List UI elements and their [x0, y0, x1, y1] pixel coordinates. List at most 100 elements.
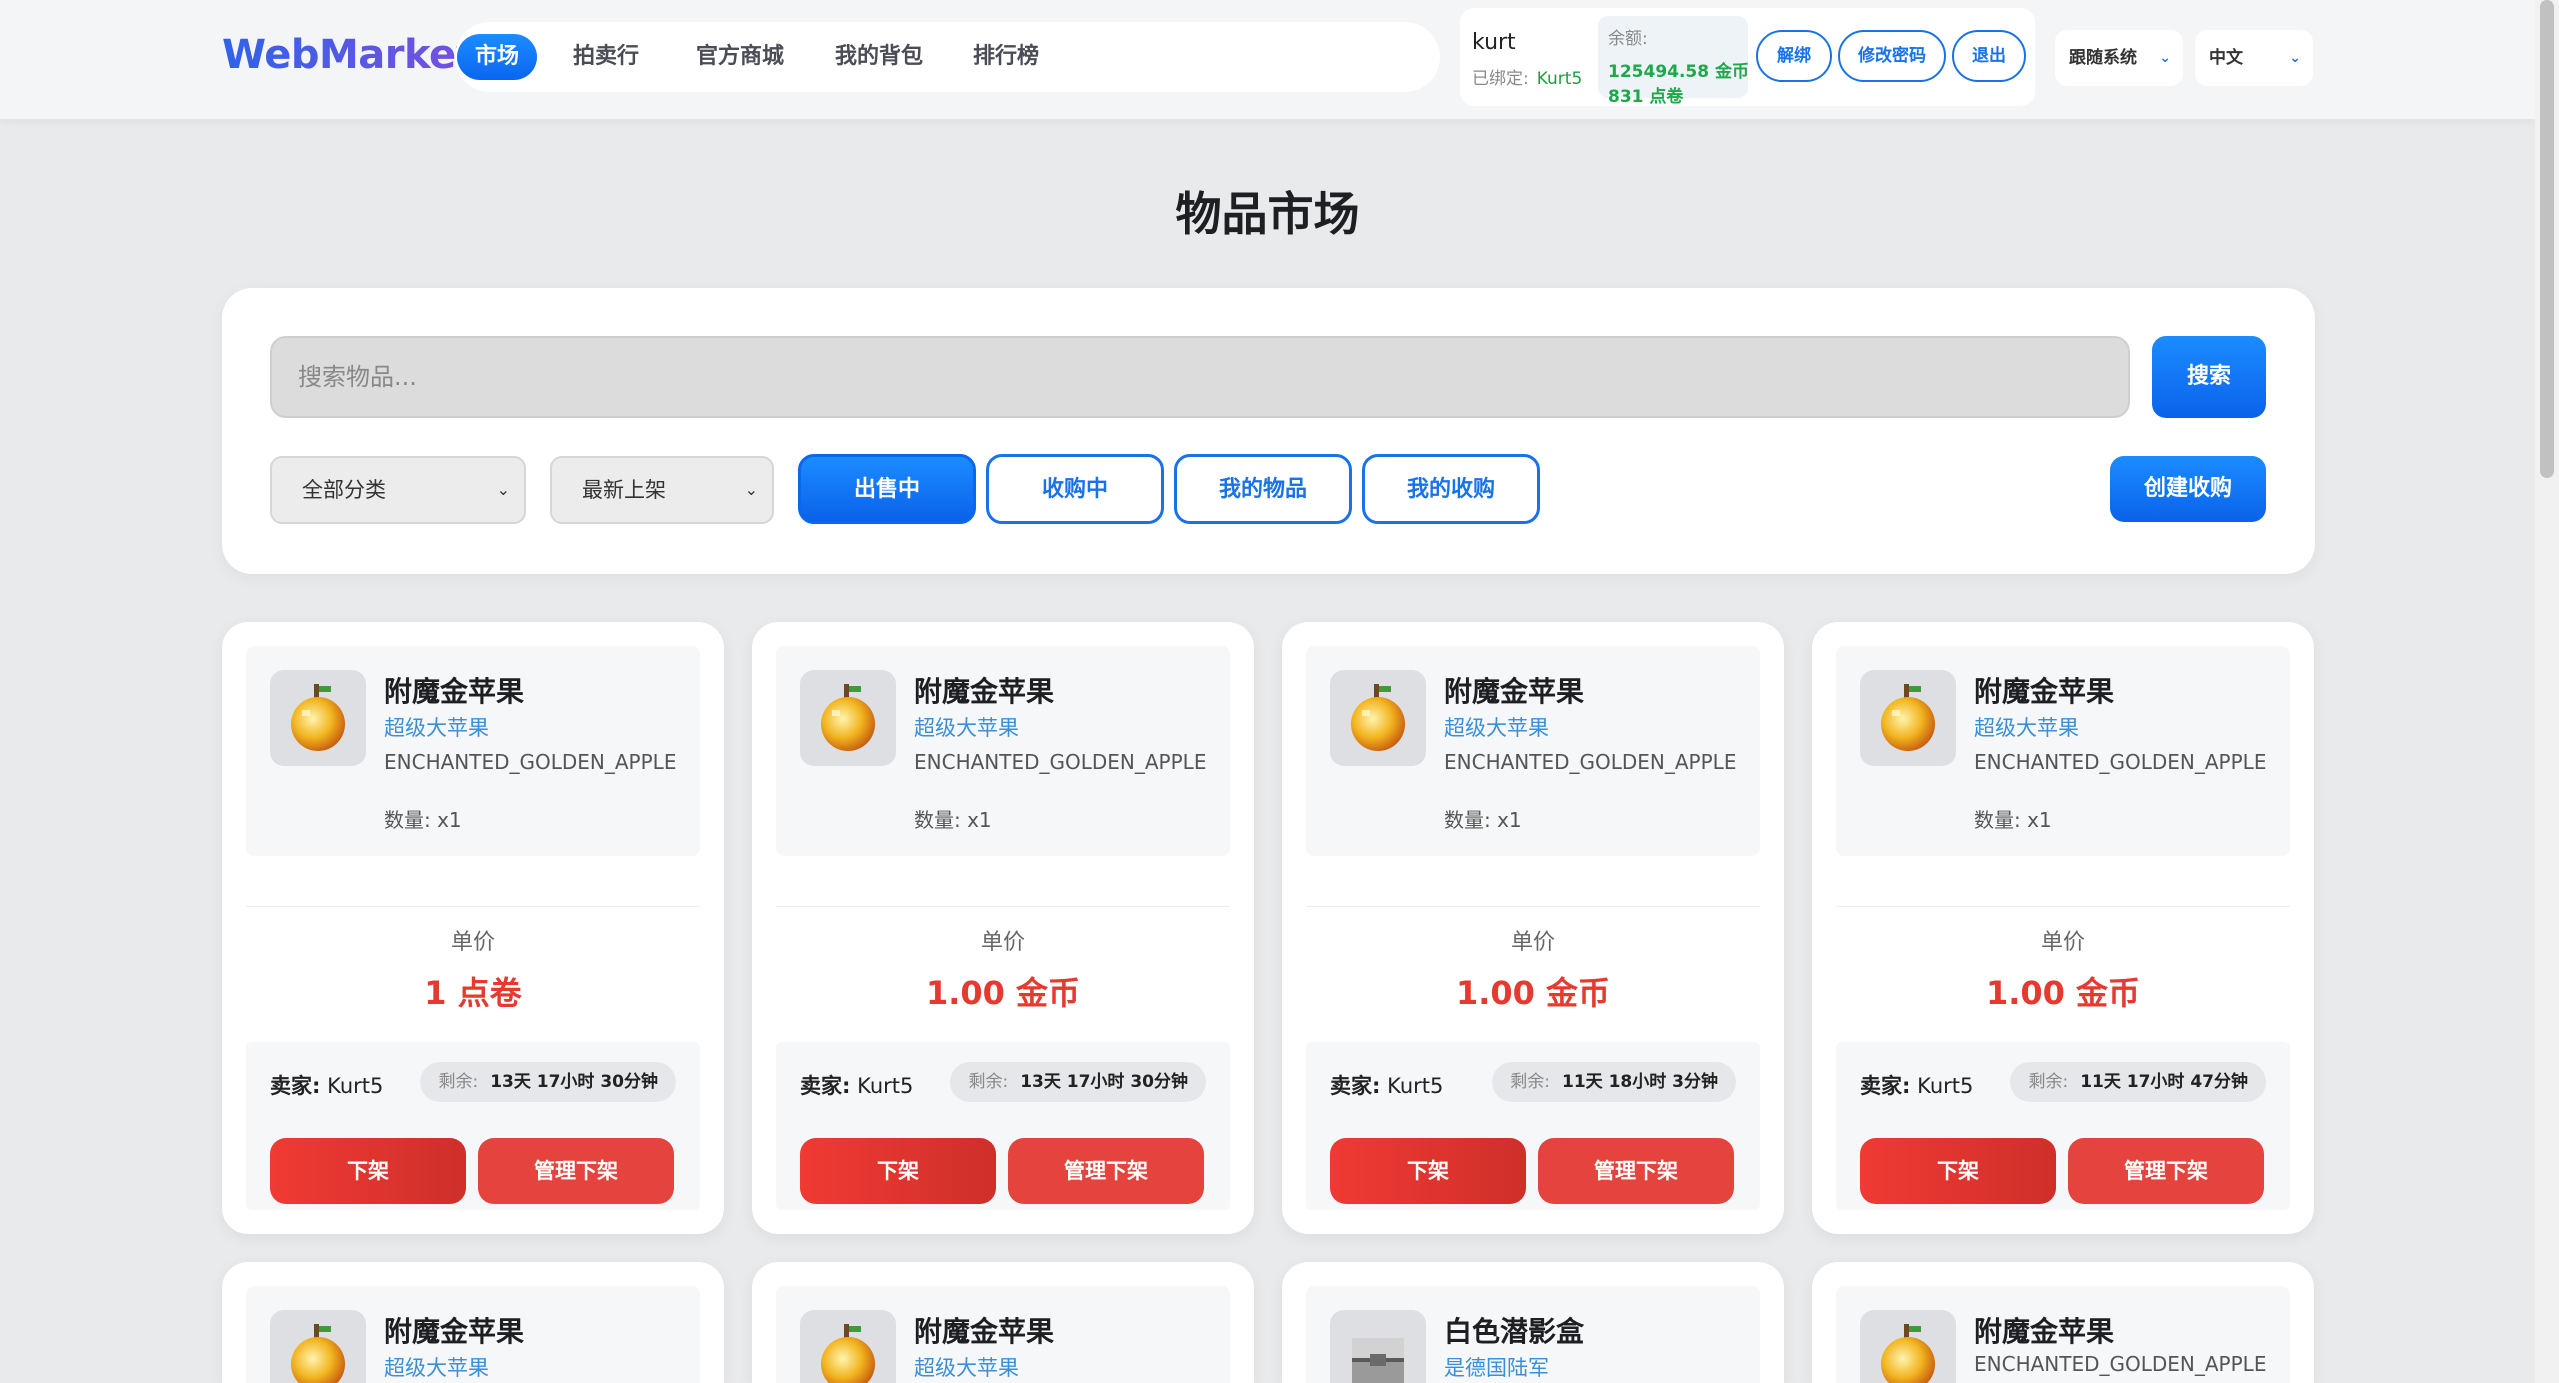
manage-unlist-button[interactable]: 管理下架: [2068, 1138, 2264, 1204]
price-label: 单价: [1510, 930, 1555, 955]
item-name: 白色潜影盒: [1444, 1315, 1585, 1348]
nav-leaderboard[interactable]: 排行榜: [955, 34, 1057, 80]
seller: 卖家: Kurt5: [1330, 1074, 1444, 1098]
nav-official-store[interactable]: 官方商城: [678, 34, 802, 80]
unlist-button[interactable]: 下架: [800, 1138, 996, 1204]
item-info: 附魔金苹果 超级大苹果 ENCHANTED_GOLDEN_APPLE 数量: x…: [1306, 646, 1760, 856]
item-quantity: 数量: x1: [1974, 808, 2052, 832]
item-info: 附魔金苹果 超级大苹果: [776, 1286, 1230, 1383]
item-id: ENCHANTED_GOLDEN_APPLE: [914, 750, 1207, 774]
listing-card[interactable]: 附魔金苹果 超级大苹果 ENCHANTED_GOLDEN_APPLE 数量: x…: [222, 622, 724, 1234]
listing-card[interactable]: 白色潜影盒 是德国陆军: [1282, 1262, 1784, 1383]
main-nav: 市场 拍卖行 官方商城 我的背包 排行榜: [455, 22, 1440, 92]
golden-apple-icon: [1860, 1310, 1956, 1383]
golden-apple-icon: [1330, 670, 1426, 766]
item-subtitle: 超级大苹果: [914, 1356, 1019, 1380]
price-label: 单价: [450, 930, 495, 955]
chevron-down-icon: ⌄: [496, 480, 510, 499]
divider: [246, 906, 700, 907]
create-request-button[interactable]: 创建收购: [2110, 456, 2266, 522]
price-label: 单价: [980, 930, 1025, 955]
golden-apple-icon: [1860, 670, 1956, 766]
listing-card[interactable]: 附魔金苹果 超级大苹果: [752, 1262, 1254, 1383]
nav-market[interactable]: 市场: [457, 34, 538, 80]
item-subtitle: 超级大苹果: [384, 716, 489, 740]
theme-select[interactable]: 跟随系统 ⌄: [2055, 30, 2183, 86]
manage-unlist-button[interactable]: 管理下架: [478, 1138, 674, 1204]
sort-select[interactable]: 最新上架 ⌄: [550, 456, 774, 524]
nav-auction[interactable]: 拍卖行: [555, 34, 657, 80]
card-footer: 卖家: Kurt5 剩余: 13天 17小时 30分钟 下架 管理下架: [246, 1042, 700, 1210]
item-id: ENCHANTED_GOLDEN_APPLE: [1444, 750, 1737, 774]
change-password-button[interactable]: 修改密码: [1838, 30, 1946, 82]
nav-backpack[interactable]: 我的背包: [817, 34, 941, 80]
filter-my-requests[interactable]: 我的收购: [1362, 454, 1540, 524]
item-info: 附魔金苹果 超级大苹果: [246, 1286, 700, 1383]
search-panel: 搜索 全部分类 ⌄ 最新上架 ⌄ 出售中 收购中 我的物品 我的收购 创建收购: [222, 288, 2315, 574]
card-footer: 卖家: Kurt5 剩余: 11天 17小时 47分钟 下架 管理下架: [1836, 1042, 2290, 1210]
item-name: 附魔金苹果: [1974, 1315, 2115, 1348]
item-subtitle: 超级大苹果: [1444, 716, 1549, 740]
unlist-button[interactable]: 下架: [270, 1138, 466, 1204]
username: kurt: [1472, 30, 1516, 55]
price-label: 单价: [2040, 930, 2085, 955]
card-footer: 卖家: Kurt5 剩余: 11天 18小时 3分钟 下架 管理下架: [1306, 1042, 1760, 1210]
unlist-button[interactable]: 下架: [1860, 1138, 2056, 1204]
golden-apple-icon: [270, 670, 366, 766]
item-name: 附魔金苹果: [914, 1315, 1055, 1348]
balance-label: 余额:: [1608, 29, 1648, 49]
listing-card[interactable]: 附魔金苹果 超级大苹果: [222, 1262, 724, 1383]
item-quantity: 数量: x1: [914, 808, 992, 832]
manage-unlist-button[interactable]: 管理下架: [1008, 1138, 1204, 1204]
listing-card[interactable]: 附魔金苹果 ENCHANTED_GOLDEN_APPLE: [1812, 1262, 2314, 1383]
divider: [776, 906, 1230, 907]
search-input[interactable]: [270, 336, 2130, 418]
filter-my-items[interactable]: 我的物品: [1174, 454, 1352, 524]
item-name: 附魔金苹果: [384, 675, 525, 708]
seller: 卖家: Kurt5: [800, 1074, 914, 1098]
item-subtitle: 超级大苹果: [384, 1356, 489, 1380]
time-remaining: 剩余: 11天 18小时 3分钟: [1492, 1062, 1736, 1102]
item-name: 附魔金苹果: [914, 675, 1055, 708]
filter-selling[interactable]: 出售中: [798, 454, 976, 524]
time-remaining: 剩余: 13天 17小时 30分钟: [420, 1062, 676, 1102]
balance-box: 余额: 125494.58 金币 831 点卷: [1598, 16, 1749, 107]
golden-apple-icon: [800, 1310, 896, 1383]
seller: 卖家: Kurt5: [270, 1074, 384, 1098]
filter-buying[interactable]: 收购中: [986, 454, 1164, 524]
chevron-down-icon: ⌄: [744, 480, 758, 499]
listing-card[interactable]: 附魔金苹果 超级大苹果 ENCHANTED_GOLDEN_APPLE 数量: x…: [1282, 622, 1784, 1234]
item-info: 附魔金苹果 超级大苹果 ENCHANTED_GOLDEN_APPLE 数量: x…: [1836, 646, 2290, 856]
logo[interactable]: WebMarket: [222, 32, 475, 78]
chevron-down-icon: ⌄: [2289, 50, 2301, 66]
unlist-button[interactable]: 下架: [1330, 1138, 1526, 1204]
item-id: ENCHANTED_GOLDEN_APPLE: [384, 750, 677, 774]
seller: 卖家: Kurt5: [1860, 1074, 1974, 1098]
page-title: 物品市场: [1175, 187, 1360, 241]
unbind-button[interactable]: 解绑: [1756, 30, 1832, 82]
category-select[interactable]: 全部分类 ⌄: [270, 456, 526, 524]
item-subtitle: 超级大苹果: [1974, 716, 2079, 740]
card-footer: 卖家: Kurt5 剩余: 13天 17小时 30分钟 下架 管理下架: [776, 1042, 1230, 1210]
shulker-box-icon: [1330, 1310, 1426, 1383]
price: 1.00 金币: [1455, 974, 1611, 1012]
listing-card[interactable]: 附魔金苹果 超级大苹果 ENCHANTED_GOLDEN_APPLE 数量: x…: [1812, 622, 2314, 1234]
bound-account-value: Kurt5: [1536, 69, 1583, 89]
listing-card[interactable]: 附魔金苹果 超级大苹果 ENCHANTED_GOLDEN_APPLE 数量: x…: [752, 622, 1254, 1234]
item-id: ENCHANTED_GOLDEN_APPLE: [1974, 1352, 2267, 1376]
item-info: 附魔金苹果 超级大苹果 ENCHANTED_GOLDEN_APPLE 数量: x…: [246, 646, 700, 856]
logout-button[interactable]: 退出: [1952, 30, 2026, 82]
divider: [1836, 906, 2290, 907]
item-subtitle: 超级大苹果: [914, 716, 1019, 740]
item-info: 附魔金苹果 超级大苹果 ENCHANTED_GOLDEN_APPLE 数量: x…: [776, 646, 1230, 856]
search-button[interactable]: 搜索: [2152, 336, 2266, 418]
manage-unlist-button[interactable]: 管理下架: [1538, 1138, 1734, 1204]
item-name: 附魔金苹果: [384, 1315, 525, 1348]
price: 1 点卷: [424, 974, 522, 1012]
balance-points: 831 点卷: [1608, 87, 1684, 107]
golden-apple-icon: [270, 1310, 366, 1383]
divider: [1306, 906, 1760, 907]
bound-account: 已绑定: Kurt5: [1472, 69, 1583, 89]
scrollbar-thumb[interactable]: [2540, 0, 2554, 478]
language-select[interactable]: 中文 ⌄: [2195, 30, 2313, 86]
